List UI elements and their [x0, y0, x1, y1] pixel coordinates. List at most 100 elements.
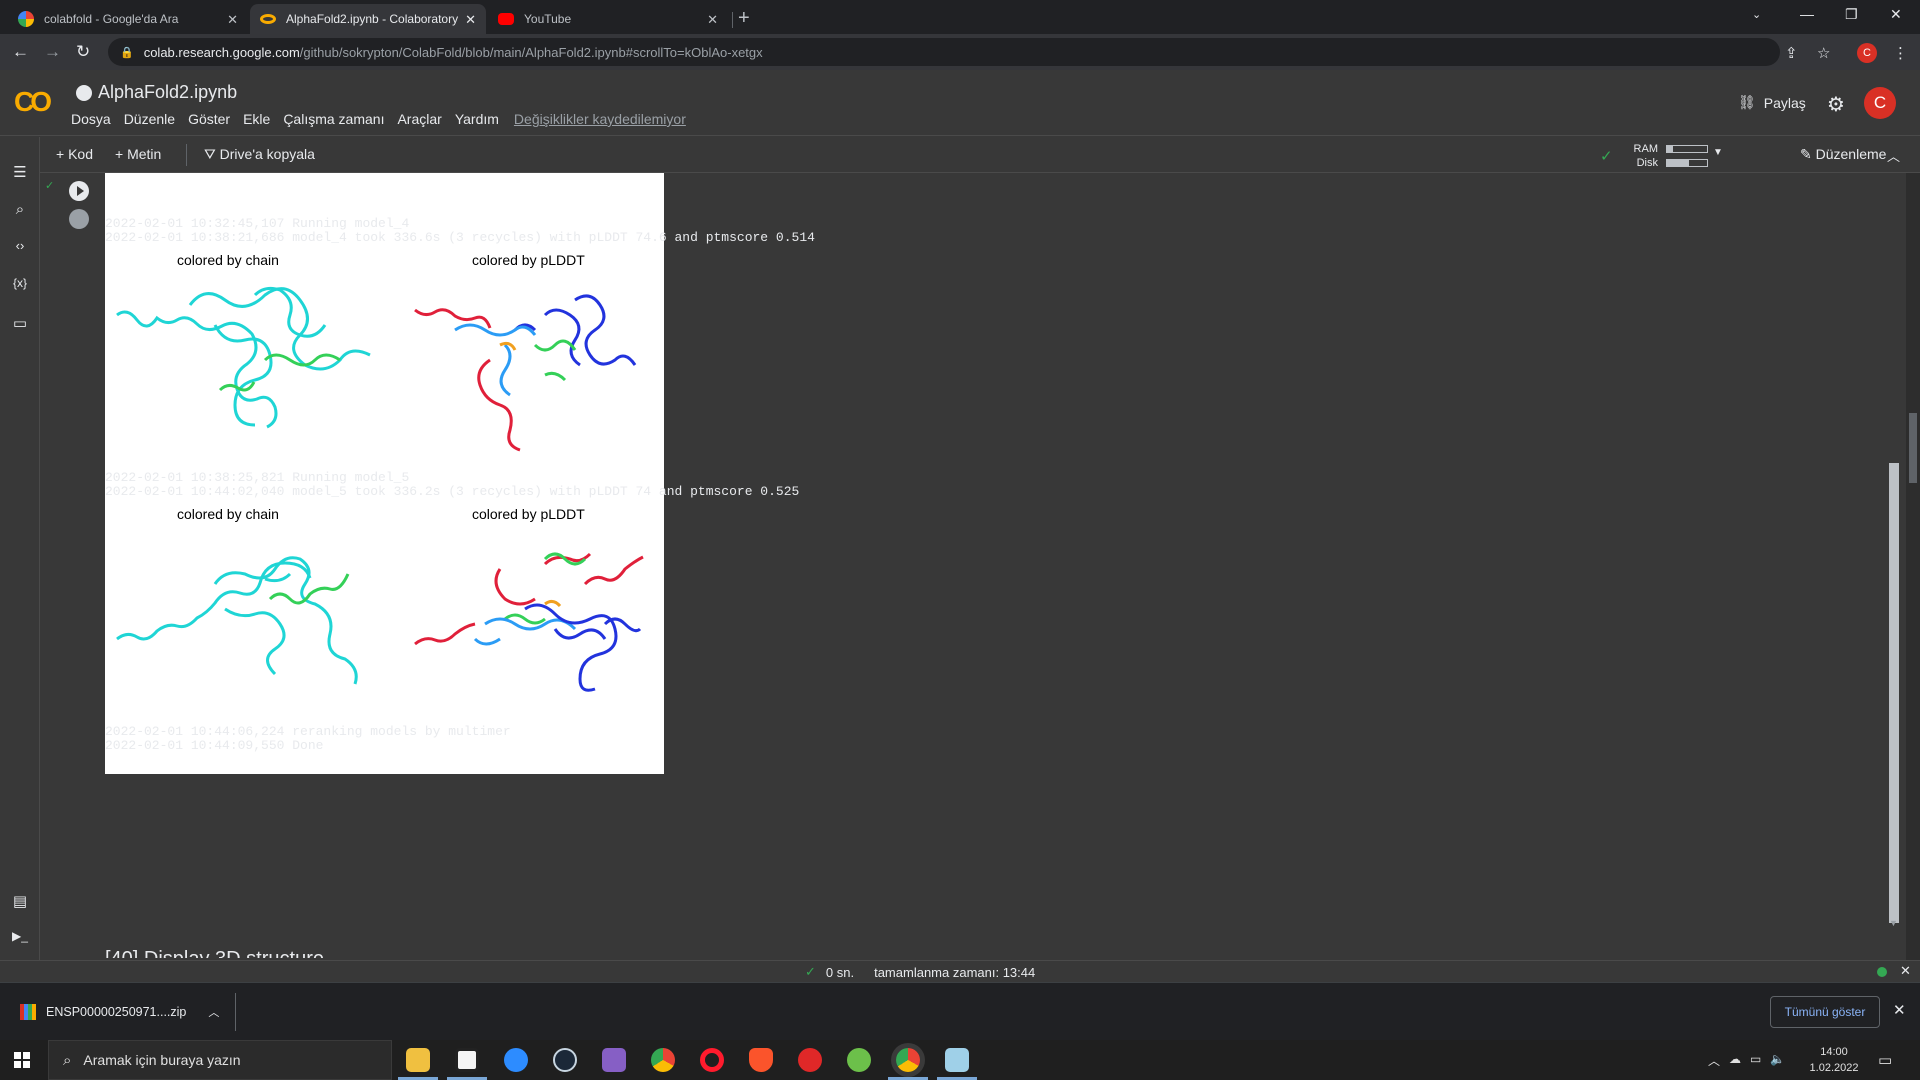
ram-usage-fill: [1667, 146, 1673, 152]
table-of-contents-icon[interactable]: ☰: [10, 163, 30, 181]
command-palette-icon[interactable]: ▤: [10, 892, 30, 910]
brave-icon[interactable]: [749, 1048, 773, 1072]
copy-to-drive-button[interactable]: ⛛ Drive'a kopyala: [204, 146, 315, 163]
browser-menu-icon[interactable]: ⋮: [1893, 44, 1908, 62]
avatar[interactable]: C: [1864, 87, 1896, 119]
add-code-button[interactable]: + Kod: [56, 146, 93, 162]
bing-app-icon[interactable]: [455, 1048, 479, 1072]
execution-status[interactable]: ✓ 0 sn. tamamlanma zamanı: 13:44: [805, 964, 1035, 980]
tab-search-icon[interactable]: ⌄: [1752, 8, 1761, 21]
close-icon[interactable]: ✕: [1893, 1001, 1906, 1019]
new-tab-button[interactable]: +: [738, 7, 750, 30]
opera-icon[interactable]: [700, 1048, 724, 1072]
output-scrollbar-thumb[interactable]: [1889, 463, 1899, 923]
editing-mode-button[interactable]: ✎ Düzenleme: [1800, 146, 1886, 163]
log-line: 2022-02-01 10:32:45,107 Running model_4: [105, 216, 410, 231]
url-host: colab.research.google.com: [143, 44, 300, 60]
output-scrollbar[interactable]: ▼: [1887, 173, 1901, 933]
share-button[interactable]: ⛓ Paylaş: [1738, 94, 1806, 111]
bookmark-star-icon[interactable]: ☆: [1817, 44, 1830, 62]
network-icon[interactable]: ▭: [1750, 1052, 1761, 1069]
file-explorer-icon[interactable]: [406, 1048, 430, 1072]
close-window-button[interactable]: ✕: [1890, 6, 1902, 23]
taskbar-clock[interactable]: 14:00 1.02.2022: [1800, 1044, 1868, 1076]
cell-output-area[interactable]: ✓ 2022-02-01 10:32:45,107 Running model_…: [41, 173, 1885, 960]
address-bar[interactable]: 🔒 colab.research.google.com /github/sokr…: [108, 38, 1780, 66]
close-tab-icon[interactable]: ✕: [707, 12, 718, 28]
share-page-icon[interactable]: ⇪: [1785, 44, 1798, 62]
restore-button[interactable]: ❐: [1845, 6, 1858, 23]
figure-caption-chain: colored by chain: [177, 506, 279, 522]
clock-time: 14:00: [1820, 1046, 1848, 1058]
tab-colab[interactable]: AlphaFold2.ipynb - Colaboratory ✕: [250, 4, 486, 34]
editing-mode-label: Düzenleme: [1815, 146, 1887, 162]
search-icon: ⌕: [63, 1051, 72, 1069]
figure-caption-plddt: colored by pLDDT: [472, 506, 585, 522]
notepad-icon[interactable]: [945, 1048, 969, 1072]
menu-view[interactable]: Göster: [188, 111, 230, 127]
next-cell-heading[interactable]: [40] Display 3D structure: [105, 948, 324, 958]
close-icon[interactable]: ✕: [1900, 963, 1911, 979]
disk-label: Disk: [1636, 157, 1658, 169]
utorrent-icon[interactable]: [847, 1048, 871, 1072]
colab-logo[interactable]: CO: [14, 86, 52, 118]
clock-date: 1.02.2022: [1809, 1062, 1859, 1074]
zoom-icon[interactable]: [504, 1048, 528, 1072]
notebook-title-text: AlphaFold2.ipynb: [98, 82, 238, 102]
log-line: 2022-02-01 10:44:09,550 Done: [105, 738, 324, 753]
profile-avatar[interactable]: C: [1857, 43, 1877, 63]
close-tab-icon[interactable]: ✕: [227, 12, 238, 28]
system-tray: ︿ ☁ ▭ 🔈: [1708, 1052, 1785, 1069]
add-text-button[interactable]: + Metin: [115, 146, 161, 162]
show-all-downloads-button[interactable]: Tümünü göster: [1770, 996, 1880, 1028]
unsaved-changes-link[interactable]: Değişiklikler kaydedilemiyor: [514, 111, 686, 127]
page-scrollbar-thumb[interactable]: [1909, 413, 1917, 483]
chevron-down-icon[interactable]: ▼: [1713, 147, 1723, 158]
menu-edit[interactable]: Düzenle: [124, 111, 175, 127]
reload-button[interactable]: ↻: [76, 42, 90, 62]
scroll-down-arrow-icon[interactable]: ▼: [1889, 918, 1898, 928]
folder-icon[interactable]: ▭: [10, 314, 30, 332]
collapse-header-icon[interactable]: ︿: [1887, 146, 1900, 165]
drive-icon: ⛛: [204, 146, 216, 162]
download-item[interactable]: ENSP00000250971....zip ︿: [12, 993, 236, 1031]
forward-button[interactable]: →: [44, 42, 61, 62]
visual-studio-icon[interactable]: [602, 1048, 626, 1072]
colab-header: CO AlphaFold2.ipynb Dosya Düzenle Göster…: [0, 70, 1920, 136]
log-line: 2022-02-01 10:44:02,040 model_5 took 336…: [105, 484, 800, 499]
notification-center-icon[interactable]: ▭: [1878, 1051, 1892, 1069]
disk-row: Disk: [1622, 157, 1708, 169]
resource-monitor[interactable]: ✓ RAM Disk: [1600, 141, 1720, 169]
tab-google-search[interactable]: colabfold - Google'da Ara ✕: [8, 4, 248, 34]
notebook-title[interactable]: AlphaFold2.ipynb: [76, 82, 237, 103]
menu-tools[interactable]: Araçlar: [397, 111, 441, 127]
search-icon[interactable]: ⌕: [10, 201, 30, 218]
close-tab-icon[interactable]: ✕: [465, 12, 476, 28]
tray-expand-icon[interactable]: ︿: [1708, 1052, 1720, 1069]
tab-youtube[interactable]: YouTube ✕: [488, 4, 728, 34]
taskbar-search[interactable]: ⌕ Aramak için buraya yazın: [48, 1040, 392, 1080]
chrome-icon[interactable]: [651, 1048, 675, 1072]
windows-start-icon[interactable]: [14, 1052, 30, 1068]
back-button[interactable]: ←: [12, 42, 29, 62]
volume-icon[interactable]: 🔈: [1770, 1052, 1785, 1069]
gear-icon[interactable]: ⚙: [1827, 92, 1845, 117]
output-avatar-icon[interactable]: [69, 209, 89, 229]
chevron-up-icon[interactable]: ︿: [208, 1004, 219, 1020]
menu-insert[interactable]: Ekle: [243, 111, 270, 127]
menu-help[interactable]: Yardım: [455, 111, 499, 127]
chrome-active-icon[interactable]: [896, 1048, 920, 1072]
variables-icon[interactable]: {x}: [10, 276, 30, 290]
code-snippets-icon[interactable]: ‹›: [10, 238, 30, 253]
menu-runtime[interactable]: Çalışma zamanı: [283, 111, 384, 127]
terminal-icon[interactable]: ▶_: [10, 929, 30, 943]
cell-gutter: ✓: [41, 173, 101, 960]
steam-icon[interactable]: [553, 1048, 577, 1072]
run-cell-button[interactable]: [69, 181, 89, 201]
minimize-button[interactable]: —: [1800, 6, 1814, 22]
link-icon: ⛓: [1738, 94, 1756, 110]
page-scrollbar[interactable]: [1906, 173, 1920, 960]
game-app-icon[interactable]: [798, 1048, 822, 1072]
menu-file[interactable]: Dosya: [71, 111, 111, 127]
onedrive-icon[interactable]: ☁: [1729, 1052, 1741, 1069]
